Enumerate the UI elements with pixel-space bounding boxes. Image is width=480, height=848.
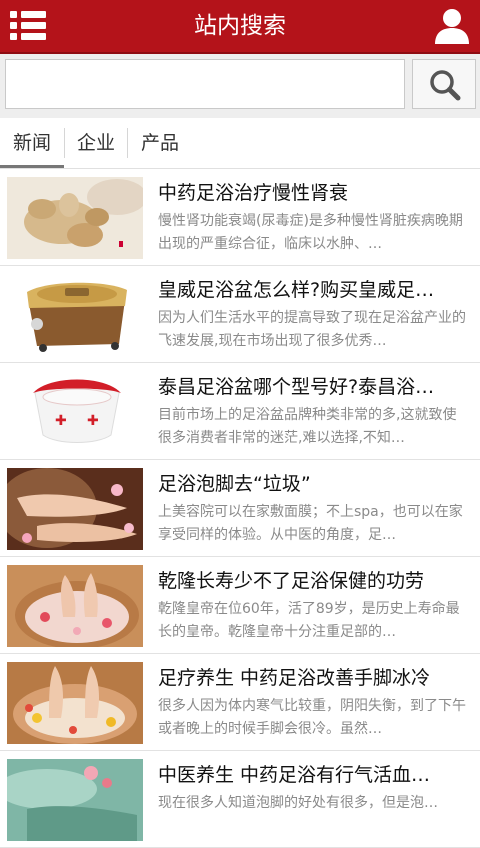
article-summary: 慢性肾功能衰竭(尿毒症)是多种慢性肾脏疾病晚期出现的严重综合征，临床以水肿、… xyxy=(158,213,463,252)
article-title: 泰昌足浴盆哪个型号好?泰昌浴… xyxy=(158,376,435,398)
feet-yellow-petals-photo xyxy=(7,662,143,744)
tab-products[interactable]: 产品 xyxy=(128,118,192,168)
article-summary: 因为人们生活水平的提高导致了现在足浴盆产业的飞速发展,现在市场出现了很多优秀… xyxy=(158,310,466,349)
article-summary: 乾隆皇帝在位60年，活了89岁，是历史上寿命最长的皇帝。乾隆皇帝十分注重足部的… xyxy=(158,601,460,640)
tab-companies[interactable]: 企业 xyxy=(65,118,127,168)
list-item[interactable]: 乾隆长寿少不了足浴保健的功劳 乾隆皇帝在位60年，活了89岁，是历史上寿命最长的… xyxy=(0,557,480,654)
search-bar xyxy=(0,54,480,118)
ginger-photo xyxy=(7,177,143,259)
list-item[interactable]: 皇威足浴盆怎么样?购买皇威足… 因为人们生活水平的提高导致了现在足浴盆产业的飞速… xyxy=(0,266,480,363)
search-button[interactable] xyxy=(412,59,476,109)
footbath-basin-red-white-photo: ✚ ✚ xyxy=(7,371,143,453)
list-item[interactable]: 中药足浴治疗慢性肾衰 慢性肾功能衰竭(尿毒症)是多种慢性肾脏疾病晚期出现的严重综… xyxy=(0,169,480,266)
article-summary: 很多人因为体内寒气比较重，阴阳失衡，到了下午或者晚上的时候手脚会很冷。虽然… xyxy=(158,698,466,737)
list-item[interactable]: 足疗养生 中药足浴改善手脚冰冷 很多人因为体内寒气比较重，阴阳失衡，到了下午或者… xyxy=(0,654,480,751)
list-item[interactable]: 足浴泡脚去“垃圾” 上美容院可以在家敷面膜；不上spa，也可以在家享受同样的体验… xyxy=(0,460,480,557)
svg-text:✚: ✚ xyxy=(87,413,99,429)
article-title: 中药足浴治疗慢性肾衰 xyxy=(158,182,349,204)
article-title: 足浴泡脚去“垃圾” xyxy=(158,473,311,495)
page-title: 站内搜索 xyxy=(194,13,286,39)
category-tabs: 新闻 企业 产品 xyxy=(0,118,480,169)
article-summary: 现在很多人知道泡脚的好处有很多，但是泡… xyxy=(158,795,438,811)
user-icon xyxy=(435,9,469,44)
search-icon xyxy=(430,70,461,101)
search-input[interactable] xyxy=(5,59,405,109)
feet-flower-basin-photo xyxy=(7,565,143,647)
footbath-basin-gold-photo xyxy=(7,274,143,356)
list-item[interactable]: ✚ ✚ 泰昌足浴盆哪个型号好?泰昌浴… 目前市场上的足浴盆品牌种类非常的多,这就… xyxy=(0,363,480,460)
article-title: 皇威足浴盆怎么样?购买皇威足… xyxy=(158,279,435,301)
app-header: 站内搜索 xyxy=(0,0,480,54)
article-summary: 上美容院可以在家敷面膜；不上spa，也可以在家享受同样的体验。从中医的角度，足… xyxy=(158,504,463,543)
article-summary: 目前市场上的足浴盆品牌种类非常的多,这就致使很多消费者非常的迷茫,难以选择,不知… xyxy=(158,407,457,446)
feet-water-photo xyxy=(7,759,143,841)
user-button[interactable] xyxy=(432,7,472,45)
svg-text:✚: ✚ xyxy=(55,413,67,429)
article-title: 中医养生 中药足浴有行气活血… xyxy=(158,764,431,786)
article-title: 乾隆长寿少不了足浴保健的功劳 xyxy=(158,570,425,592)
tab-news[interactable]: 新闻 xyxy=(0,118,64,168)
feet-rose-petals-photo xyxy=(7,468,143,550)
article-title: 足疗养生 中药足浴改善手脚冰冷 xyxy=(158,667,431,689)
article-list: 中药足浴治疗慢性肾衰 慢性肾功能衰竭(尿毒症)是多种慢性肾脏疾病晚期出现的严重综… xyxy=(0,169,480,848)
